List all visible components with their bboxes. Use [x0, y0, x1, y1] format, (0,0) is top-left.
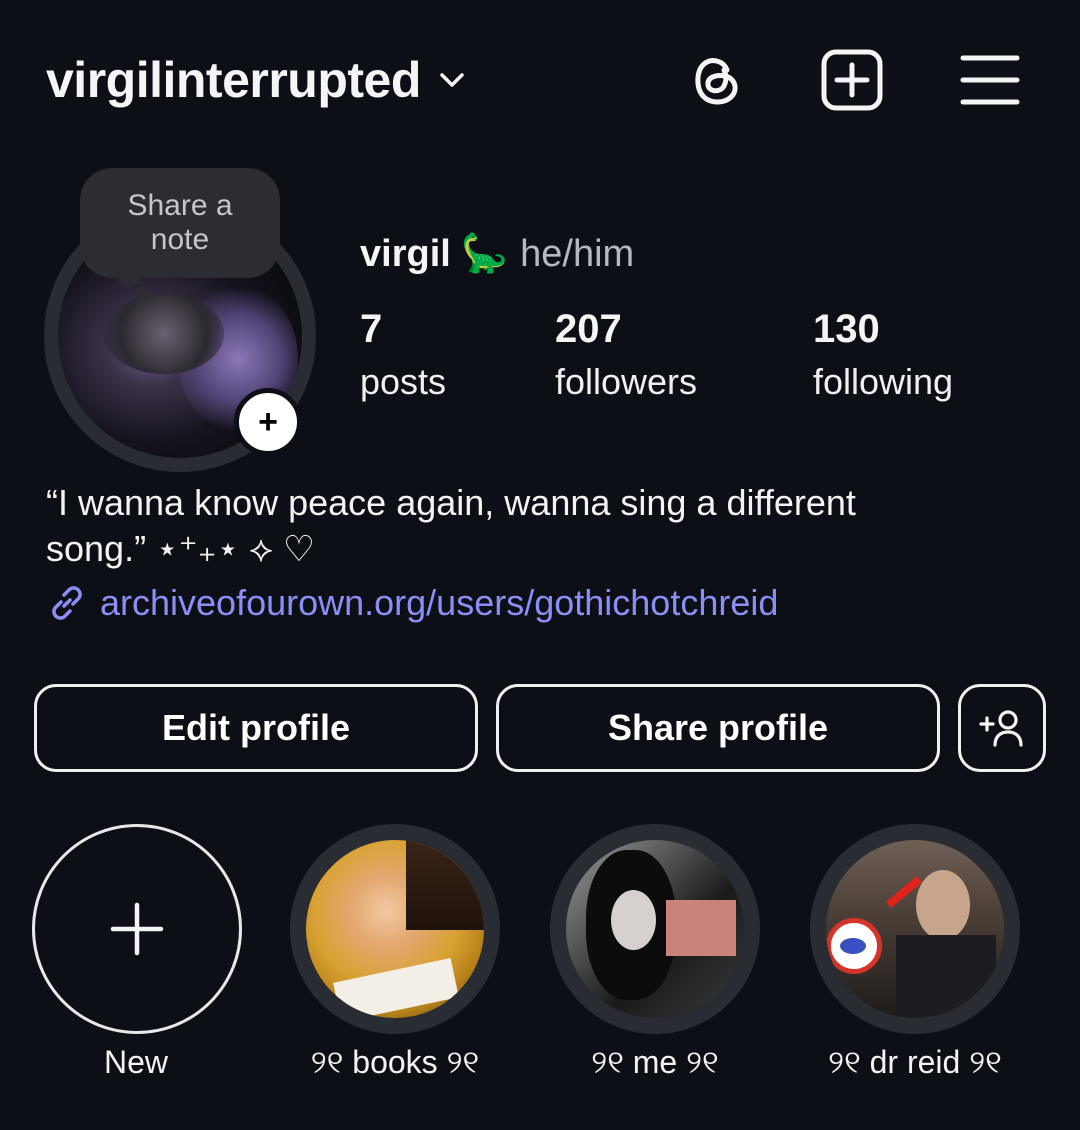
create-post-icon[interactable]	[820, 48, 884, 112]
edit-profile-label: Edit profile	[162, 707, 350, 748]
menu-icon[interactable]	[958, 48, 1022, 112]
following-count: 130	[813, 307, 880, 351]
followers-count: 207	[555, 307, 622, 351]
bio-line: song.” ⋆⁺₊⋆ ⟡ ♡	[46, 528, 316, 569]
highlight-label: ୨୧ me ୨୧	[591, 1044, 719, 1080]
bio: “I wanna know peace again, wanna sing a …	[46, 480, 1036, 572]
stat-posts[interactable]: 7 posts	[360, 304, 446, 406]
highlight-label: ୨୧ books ୨୧	[310, 1044, 480, 1080]
username-switcher[interactable]: virgilinterrupted	[46, 46, 467, 114]
share-note-label: Share a note	[127, 189, 233, 256]
note-bubble-tail-dot	[136, 286, 148, 298]
display-name: virgil 🦕 he/him	[360, 230, 634, 278]
profile-link[interactable]: archiveofourown.org/users/gothichotchrei…	[46, 580, 778, 626]
threads-icon[interactable]	[684, 48, 748, 112]
highlight-label: New	[103, 1044, 168, 1080]
posts-label: posts	[360, 361, 447, 402]
highlight-label: ୨୧ dr reid ୨୧	[828, 1044, 1002, 1080]
bio-line: “I wanna know peace again, wanna sing a …	[46, 482, 856, 523]
add-story-button[interactable]: +	[234, 388, 302, 456]
share-profile-button[interactable]: Share profile	[496, 684, 940, 772]
add-person-icon	[979, 710, 1023, 747]
edit-profile-button[interactable]: Edit profile	[34, 684, 478, 772]
stat-followers[interactable]: 207 followers	[555, 304, 697, 406]
discover-people-button[interactable]	[958, 684, 1046, 772]
highlight-dr-reid[interactable]	[810, 824, 1020, 1034]
link-icon	[52, 586, 82, 620]
dinosaur-icon: 🦕	[460, 233, 509, 275]
display-name-text: virgil	[360, 233, 451, 275]
posts-count: 7	[360, 307, 383, 351]
profile-link-text: archiveofourown.org/users/gothichotchrei…	[100, 582, 779, 623]
stat-following[interactable]: 130 following	[813, 304, 953, 406]
share-profile-label: Share profile	[607, 707, 829, 748]
highlight-books[interactable]	[290, 824, 500, 1034]
chevron-down-icon	[440, 73, 464, 87]
plus-icon	[110, 902, 164, 956]
username-text: virgilinterrupted	[46, 52, 421, 108]
share-note-bubble[interactable]: Share a note	[80, 168, 280, 278]
followers-label: followers	[555, 361, 698, 402]
pronouns: he/him	[520, 233, 635, 275]
new-highlight-button[interactable]	[32, 824, 242, 1034]
highlight-me[interactable]	[550, 824, 760, 1034]
note-bubble-tail	[118, 266, 140, 288]
following-label: following	[813, 361, 954, 402]
